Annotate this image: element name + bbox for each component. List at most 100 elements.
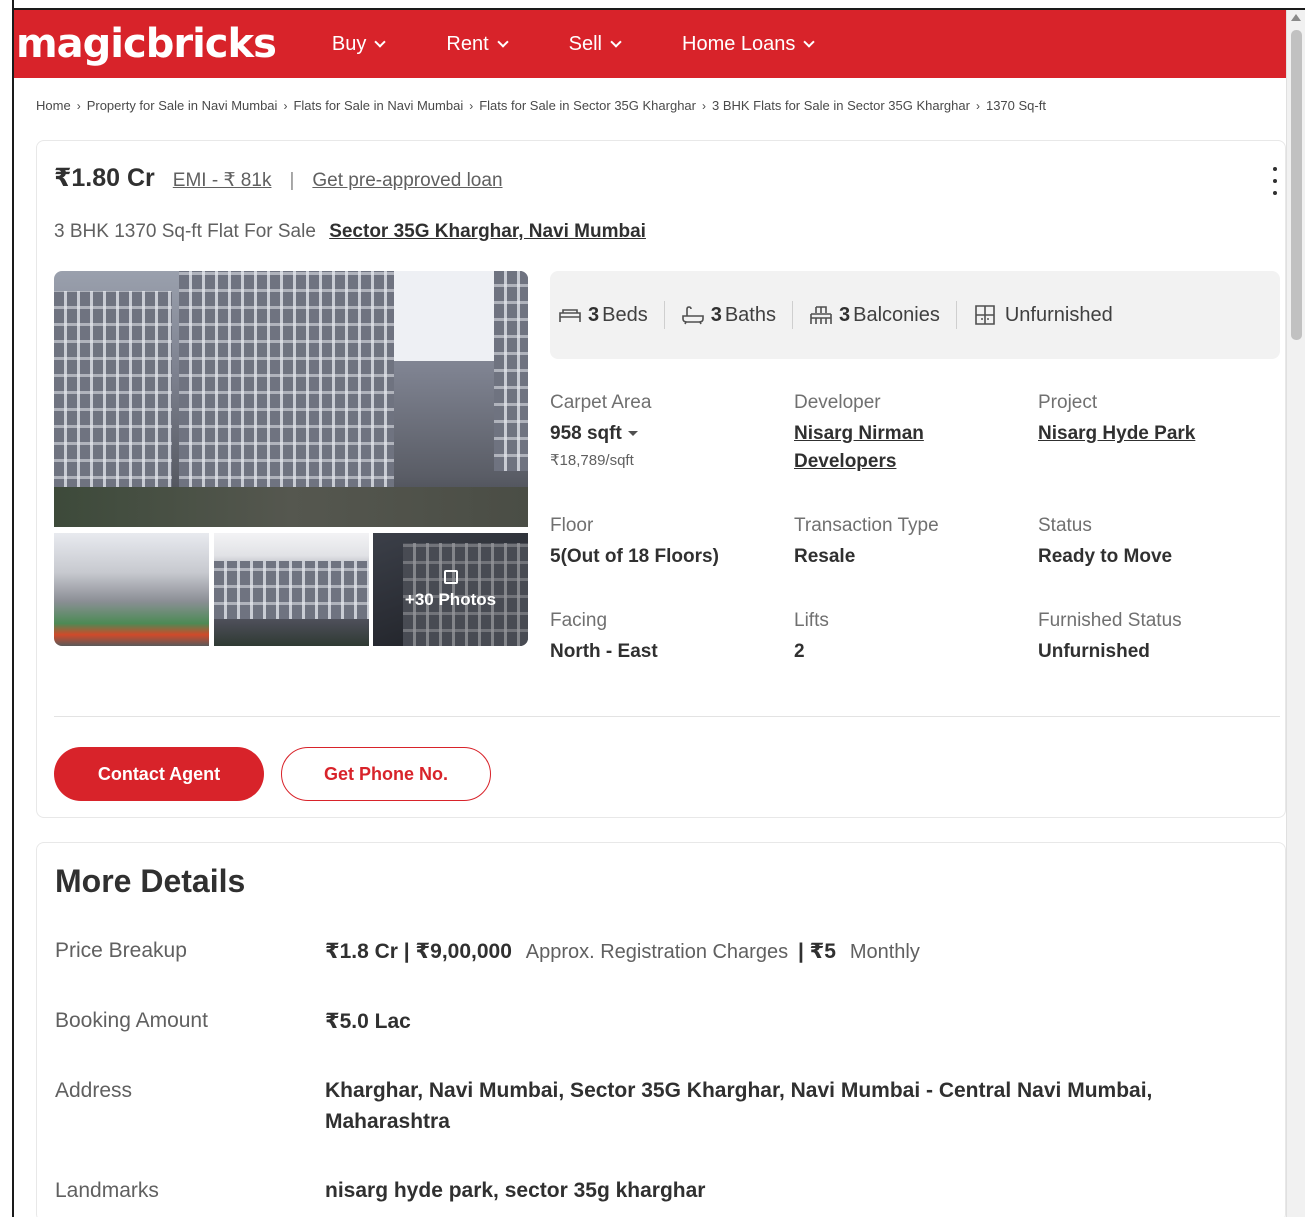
baths-count: 3	[710, 303, 722, 326]
window-left-edge	[0, 0, 14, 1217]
chevron-right-icon: ›	[702, 98, 706, 113]
pre-approved-loan-link[interactable]: Get pre-approved loan	[312, 170, 502, 192]
amenity-balconies: 3 Balconies	[809, 304, 940, 327]
developer-label: Developer	[794, 392, 881, 413]
breadcrumb: Home › Property for Sale in Navi Mumbai …	[36, 98, 1046, 113]
contact-agent-button[interactable]: Contact Agent	[54, 747, 264, 801]
price-breakup-value-row: ₹1.8 Cr | ₹9,00,000 Approx. Registration…	[325, 939, 920, 964]
listing-type: 3 BHK 1370 Sq-ft Flat For Sale	[54, 221, 316, 242]
photo-building-right	[494, 271, 528, 471]
amenity-divider	[955, 301, 957, 329]
magicbricks-logo[interactable]: magicbricks	[16, 21, 277, 67]
balconies-count: 3	[839, 303, 851, 326]
property-thumbnail[interactable]	[214, 533, 369, 646]
nav-sell[interactable]: Sell	[568, 32, 622, 56]
landmarks-value: nisarg hyde park, sector 35g kharghar	[325, 1179, 706, 1202]
price-row: ₹1.80 Cr EMI - ₹ 81k | Get pre-approved …	[54, 163, 503, 193]
scroll-up-arrow-icon[interactable]	[1291, 14, 1301, 21]
chevron-down-icon	[496, 35, 509, 48]
booking-amount-label: Booking Amount	[55, 1009, 208, 1032]
transaction-type-value: Resale	[794, 546, 856, 567]
address-value-line2: Maharashtra	[325, 1110, 450, 1133]
more-details-card: More Details Price Breakup ₹1.8 Cr | ₹9,…	[36, 842, 1286, 1217]
registration-charges-note: Approx. Registration Charges	[525, 941, 789, 963]
bed-icon	[559, 309, 581, 322]
breadcrumb-home[interactable]: Home	[36, 98, 71, 113]
breadcrumb-current: 1370 Sq-ft	[985, 98, 1046, 113]
furnished-status-value: Unfurnished	[1038, 641, 1150, 662]
breadcrumb-flats-navi-mumbai[interactable]: Flats for Sale in Navi Mumbai	[293, 98, 463, 113]
more-options-icon[interactable]	[1265, 167, 1285, 195]
top-navigation-bar: magicbricks Buy Rent Sell Home Loans	[14, 10, 1286, 78]
balconies-label: Balconies	[853, 303, 940, 326]
carpet-area-rate: ₹18,789/sqft	[550, 452, 634, 469]
page-scrollbar[interactable]	[1286, 10, 1305, 1217]
chevron-right-icon: ›	[469, 98, 474, 113]
emi-link[interactable]: EMI - ₹ 81k	[173, 169, 272, 192]
amenity-divider	[663, 301, 665, 329]
amenity-baths: 3 Baths	[681, 304, 776, 327]
floor-label: Floor	[550, 515, 594, 536]
get-phone-button[interactable]: Get Phone No.	[281, 747, 491, 801]
floor-value: 5(Out of 18 Floors)	[550, 546, 719, 567]
more-photos-thumbnail[interactable]: +30 Photos	[373, 533, 528, 646]
main-property-photo[interactable]	[54, 271, 528, 527]
amenity-beds: 3 Beds	[558, 304, 648, 327]
transaction-type-label: Transaction Type	[794, 515, 939, 536]
window-top-edge	[0, 0, 1305, 10]
chevron-right-icon: ›	[975, 98, 980, 113]
developer-link-line2[interactable]: Developers	[794, 451, 896, 473]
image-icon	[443, 569, 458, 584]
listing-card: ₹1.80 Cr EMI - ₹ 81k | Get pre-approved …	[36, 140, 1286, 818]
property-thumbnail[interactable]	[54, 533, 209, 646]
amenity-furnishing: Unfurnished	[973, 304, 1113, 327]
monthly-charge-value: ₹5	[809, 940, 836, 963]
lifts-value: 2	[794, 641, 805, 662]
balcony-icon	[810, 306, 832, 324]
breadcrumb-flats-sector-35g[interactable]: Flats for Sale in Sector 35G Kharghar	[479, 98, 696, 113]
address-label: Address	[55, 1079, 133, 1102]
listing-location-link[interactable]: Sector 35G Kharghar, Navi Mumbai	[329, 221, 646, 242]
price-separator: |	[289, 170, 295, 191]
more-photos-overlay: +30 Photos	[373, 533, 528, 646]
project-link[interactable]: Nisarg Hyde Park	[1038, 423, 1195, 445]
chevron-right-icon: ›	[76, 98, 81, 113]
photo-ground	[54, 487, 528, 527]
nav-sell-label: Sell	[568, 32, 602, 55]
chevron-down-icon	[374, 35, 387, 48]
carpet-area-value: 958 sqft	[550, 423, 622, 444]
beds-count: 3	[588, 303, 600, 326]
facing-value: North - East	[550, 641, 658, 662]
price-breakup-separator: |	[797, 940, 804, 963]
chevron-down-icon	[803, 35, 816, 48]
status-label: Status	[1038, 515, 1092, 536]
nav-buy[interactable]: Buy	[332, 33, 387, 56]
breadcrumb-property-navi-mumbai[interactable]: Property for Sale in Navi Mumbai	[87, 98, 278, 113]
booking-amount-value: ₹5.0 Lac	[325, 1010, 411, 1033]
amenities-bar: 3 Beds 3 Baths 3 Balconies Unfurnished	[550, 271, 1280, 359]
status-value: Ready to Move	[1038, 546, 1173, 567]
more-details-title: More Details	[55, 863, 246, 899]
facing-label: Facing	[550, 610, 608, 631]
nav-rent[interactable]: Rent	[446, 33, 509, 56]
address-value-line1: Kharghar, Navi Mumbai, Sector 35G Khargh…	[325, 1079, 1153, 1102]
breadcrumb-3bhk-sector-35g[interactable]: 3 BHK Flats for Sale in Sector 35G Kharg…	[712, 98, 970, 113]
landmarks-label: Landmarks	[55, 1179, 159, 1202]
developer-link-line1[interactable]: Nisarg Nirman	[794, 423, 924, 445]
listing-price: ₹1.80 Cr	[54, 164, 155, 192]
listing-subtitle: 3 BHK 1370 Sq-ft Flat For Sale Sector 35…	[54, 221, 646, 243]
carpet-area-label: Carpet Area	[550, 392, 652, 413]
furniture-icon	[975, 305, 995, 325]
caret-down-icon	[627, 431, 638, 437]
scroll-thumb[interactable]	[1291, 30, 1302, 340]
amenity-divider	[792, 301, 793, 329]
nav-home-loans-label: Home Loans	[682, 32, 796, 55]
browser-frame: magicbricks Buy Rent Sell Home Loans Hom…	[0, 0, 1305, 1217]
baths-label: Baths	[724, 303, 776, 326]
nav-home-loans[interactable]: Home Loans	[682, 32, 816, 56]
carpet-area-value-dropdown[interactable]: 958 sqft	[550, 423, 638, 445]
beds-label: Beds	[602, 303, 648, 326]
furnishing-label: Unfurnished	[1004, 303, 1113, 326]
lifts-label: Lifts	[794, 610, 829, 631]
bathtub-icon	[681, 306, 704, 325]
